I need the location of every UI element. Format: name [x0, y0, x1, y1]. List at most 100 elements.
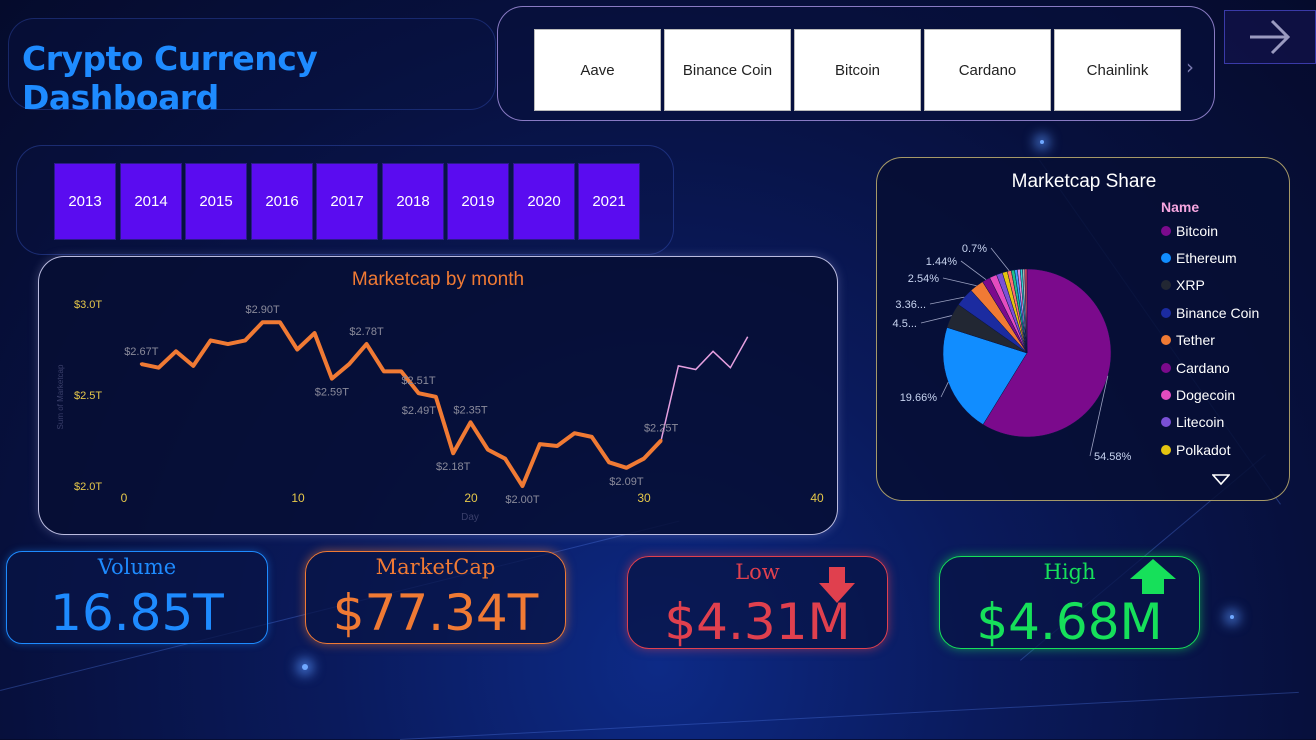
year-button-2017[interactable]: 2017	[316, 163, 378, 240]
background-line	[400, 691, 1299, 740]
low-card: Low $4.31M	[627, 556, 888, 651]
data-label: $2.09T	[609, 476, 644, 488]
data-point[interactable]	[295, 348, 299, 351]
year-button-2018[interactable]: 2018	[382, 163, 444, 240]
year-slicer: 2013 2014 2015 2016 2017 2018 2019 2020 …	[16, 145, 674, 255]
slice-label: 54.58%	[1094, 451, 1132, 463]
slice-label: 4.5...	[893, 318, 917, 330]
legend-marker	[1161, 335, 1171, 345]
marketcap-share-pie-panel: Marketcap Share 54.58% 19.66% 4.5... 3.36..…	[876, 157, 1290, 501]
x-tick-label: 10	[291, 491, 305, 505]
coin-button-binance-coin[interactable]: Binance Coin	[664, 29, 791, 111]
next-page-button[interactable]	[1224, 10, 1316, 64]
data-point[interactable]	[572, 431, 576, 435]
data-point[interactable]	[157, 366, 161, 370]
data-point[interactable]	[243, 338, 247, 342]
data-point[interactable]	[520, 484, 524, 488]
data-point[interactable]	[659, 439, 663, 442]
data-point[interactable]	[590, 435, 594, 439]
background-glow	[302, 664, 308, 670]
leader-line	[920, 315, 952, 324]
data-point[interactable]	[642, 457, 646, 461]
legend-scroll-down-icon[interactable]	[1212, 474, 1230, 486]
coin-button-cardano[interactable]: Cardano	[924, 29, 1051, 111]
legend-label: Tether	[1176, 332, 1215, 348]
legend-item-ethereum[interactable]: Ethereum	[1161, 250, 1237, 266]
data-point[interactable]	[330, 377, 334, 381]
high-card: High $4.68M	[939, 556, 1200, 651]
data-point[interactable]	[139, 362, 143, 366]
data-point[interactable]	[503, 457, 507, 461]
data-point[interactable]	[486, 448, 490, 452]
coin-button-aave[interactable]: Aave	[534, 29, 661, 111]
data-point[interactable]	[278, 320, 282, 324]
legend-item-binance-coin[interactable]: Binance Coin	[1161, 305, 1259, 321]
data-point[interactable]	[382, 369, 386, 373]
volume-label: Volume	[97, 555, 177, 579]
data-point[interactable]	[399, 369, 403, 373]
data-point[interactable]	[347, 362, 351, 366]
slice-label: 19.66%	[900, 392, 938, 404]
legend-marker	[1161, 390, 1171, 400]
pie-chart-title: Marketcap Share	[1011, 171, 1157, 192]
leader-line	[990, 247, 1010, 272]
background-glow	[1040, 140, 1044, 144]
data-point[interactable]	[226, 342, 230, 346]
data-label: $2.49T	[402, 405, 437, 417]
year-button-2020[interactable]: 2020	[513, 163, 575, 240]
year-button-2013[interactable]: 2013	[54, 163, 116, 240]
data-label: $2.78T	[349, 326, 384, 338]
data-point[interactable]	[417, 391, 421, 395]
coin-button-bitcoin[interactable]: Bitcoin	[794, 29, 921, 111]
legend-marker	[1161, 363, 1171, 373]
data-point[interactable]	[191, 364, 195, 368]
year-button-2014[interactable]: 2014	[120, 163, 182, 240]
x-tick-label: 40	[810, 491, 824, 505]
data-point[interactable]	[434, 395, 438, 399]
legend-label: Dogecoin	[1176, 387, 1236, 403]
page-title: Crypto Currency Dashboard	[22, 39, 318, 117]
data-point[interactable]	[607, 460, 611, 464]
y-tick-label: $2.0T	[74, 481, 102, 493]
data-point[interactable]	[365, 342, 369, 346]
legend-item-xrp[interactable]: XRP	[1161, 277, 1205, 293]
slice-label: 3.36...	[895, 299, 926, 311]
data-point[interactable]	[555, 444, 559, 448]
data-label: $2.67T	[124, 346, 159, 358]
data-point[interactable]	[624, 466, 628, 470]
legend-item-litecoin[interactable]: Litecoin	[1161, 414, 1224, 430]
data-point[interactable]	[451, 451, 455, 455]
legend-item-bitcoin[interactable]: Bitcoin	[1161, 223, 1218, 239]
marketcap-line-chart[interactable]: $3.0T $2.5T $2.0T 0 10 20 30 40 Day Sum …	[39, 257, 839, 536]
legend-item-tether[interactable]: Tether	[1161, 332, 1215, 348]
data-point[interactable]	[313, 331, 317, 335]
data-point[interactable]	[209, 338, 213, 342]
chevron-right-icon[interactable]: ›	[1186, 55, 1194, 79]
legend-item-dogecoin[interactable]: Dogecoin	[1161, 387, 1235, 403]
data-point[interactable]	[469, 420, 472, 424]
data-point[interactable]	[174, 349, 178, 353]
year-button-2019[interactable]: 2019	[447, 163, 509, 240]
data-label: $2.00T	[505, 494, 540, 506]
legend-marker	[1161, 445, 1171, 455]
coin-button-chainlink[interactable]: Chainlink	[1054, 29, 1181, 111]
data-label: $2.18T	[436, 461, 471, 473]
legend-label: Binance Coin	[1176, 305, 1260, 321]
x-tick-label: 0	[121, 491, 128, 505]
data-point[interactable]	[538, 442, 542, 446]
y-axis-title: Sum of Marketcap	[56, 364, 65, 429]
legend-label: Polkadot	[1176, 442, 1231, 458]
legend-marker	[1161, 417, 1171, 427]
legend-item-cardano[interactable]: Cardano	[1161, 360, 1230, 376]
marketcap-line-chart-panel: Marketcap by month $3.0T $2.5T $2.0T 0 1…	[38, 256, 838, 535]
data-point[interactable]	[261, 320, 265, 324]
arrow-up-icon	[1130, 559, 1176, 594]
year-button-2021[interactable]: 2021	[578, 163, 640, 240]
legend-item-polkadot[interactable]: Polkadot	[1161, 442, 1230, 458]
marketcap-share-pie-chart[interactable]: 54.58% 19.66% 4.5... 3.36... 2.54% 1.44% 0.7%	[877, 198, 1157, 498]
year-button-2016[interactable]: 2016	[251, 163, 313, 240]
legend-label: Ethereum	[1176, 250, 1237, 266]
year-button-2015[interactable]: 2015	[185, 163, 247, 240]
x-tick-label: 30	[637, 491, 651, 505]
slice-label: 0.7%	[962, 243, 987, 255]
